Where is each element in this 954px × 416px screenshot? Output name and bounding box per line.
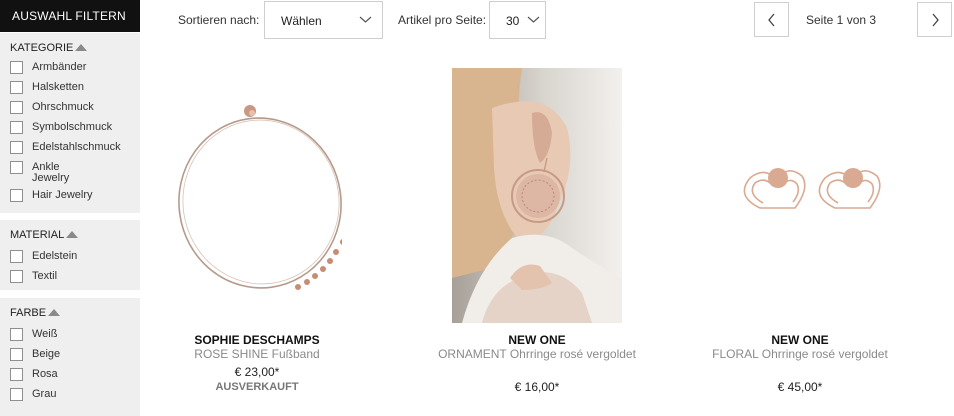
checkbox[interactable] xyxy=(10,101,23,114)
collapse-up-icon[interactable] xyxy=(48,308,61,316)
product-brand[interactable]: SOPHIE DESCHAMPS xyxy=(147,333,367,347)
filter-option-label: Ankle Jewelry xyxy=(32,161,70,184)
filter-option-label: Rosa xyxy=(32,368,58,380)
product-name[interactable]: ROSE SHINE Fußband xyxy=(147,347,367,361)
checkbox[interactable] xyxy=(10,368,23,381)
filter-option-textil[interactable]: Textil xyxy=(10,270,140,290)
filter-option-label: Grau xyxy=(32,388,57,400)
filter-panel-kategorie: KATEGORIE Armbänder Halsketten Ohrschmuc… xyxy=(0,33,140,213)
filter-option-weiss[interactable]: Weiß xyxy=(10,328,140,348)
page-info: Seite 1 von 3 xyxy=(806,13,877,27)
filter-option-label: Edelstein xyxy=(32,250,78,262)
filter-option-halsketten[interactable]: Halsketten xyxy=(10,81,140,101)
filter-option-armbaender[interactable]: Armbänder xyxy=(10,61,140,81)
filter-option-symbolschmuck[interactable]: Symbolschmuck xyxy=(10,121,140,141)
checkbox[interactable] xyxy=(10,270,23,283)
checkbox[interactable] xyxy=(10,348,23,361)
filter-option-label: Textil xyxy=(32,270,58,282)
sort-label: Sortieren nach: xyxy=(178,13,260,27)
checkbox[interactable] xyxy=(10,141,23,154)
product-name[interactable]: FLORAL Ohrringe rosé vergoldet xyxy=(690,347,910,361)
chevron-right-icon xyxy=(932,13,939,27)
per-page-select-value: 30 xyxy=(506,14,520,28)
filter-title-material[interactable]: MATERIAL xyxy=(10,228,140,242)
filter-option-rosa[interactable]: Rosa xyxy=(10,368,140,388)
filter-sidebar: AUSWAHL FILTERN KATEGORIE Armbänder Hals… xyxy=(0,0,140,416)
checkbox[interactable] xyxy=(10,61,23,74)
product-price: € 23,00* xyxy=(234,365,280,379)
filter-panel-material: MATERIAL Edelstein Textil xyxy=(0,220,140,290)
chevron-down-icon xyxy=(527,16,540,23)
checkbox[interactable] xyxy=(10,81,23,94)
checkbox[interactable] xyxy=(10,189,23,202)
filter-option-label: Edelstahlschmuck xyxy=(32,141,121,153)
filter-title-kategorie[interactable]: KATEGORIE xyxy=(10,41,140,55)
filter-title-label: KATEGORIE xyxy=(10,42,74,54)
product-card[interactable]: SOPHIE DESCHAMPS ROSE SHINE Fußband € 23… xyxy=(147,68,367,408)
filter-option-ankle-jewelry[interactable]: Ankle Jewelry xyxy=(10,161,140,189)
chevron-left-icon xyxy=(768,13,775,27)
checkbox[interactable] xyxy=(10,250,23,263)
chevron-down-icon xyxy=(359,16,372,23)
filter-option-label: Armbänder xyxy=(32,61,87,73)
product-status-badge: AUSVERKAUFT xyxy=(215,381,299,393)
filter-option-label: Beige xyxy=(32,348,61,360)
filter-panel-farbe: FARBE Weiß Beige Rosa Grau xyxy=(0,298,140,416)
filter-option-beige[interactable]: Beige xyxy=(10,348,140,368)
filter-option-edelstahlschmuck[interactable]: Edelstahlschmuck xyxy=(10,141,140,161)
filter-option-hair-jewelry[interactable]: Hair Jewelry xyxy=(10,189,140,209)
per-page-label: Artikel pro Seite: xyxy=(398,13,487,27)
sort-select[interactable]: Wählen xyxy=(264,1,383,39)
filter-option-label: Symbolschmuck xyxy=(32,121,113,133)
checkbox[interactable] xyxy=(10,121,23,134)
filter-title-label: FARBE xyxy=(10,307,47,319)
checkbox[interactable] xyxy=(10,388,23,401)
product-price: € 16,00* xyxy=(514,380,560,394)
product-image[interactable] xyxy=(452,68,622,323)
sort-select-value: Wählen xyxy=(281,14,322,28)
previous-page-button[interactable] xyxy=(754,2,789,37)
per-page-select[interactable]: 30 xyxy=(489,1,546,39)
product-name[interactable]: ORNAMENT Ohrringe rosé vergoldet xyxy=(427,347,647,361)
filter-option-label: Hair Jewelry xyxy=(32,189,93,201)
next-page-button[interactable] xyxy=(917,2,952,37)
filter-option-grau[interactable]: Grau xyxy=(10,388,140,408)
filter-title-farbe[interactable]: FARBE xyxy=(10,306,140,320)
product-card[interactable]: NEW ONE ORNAMENT Ohrringe rosé vergoldet… xyxy=(427,68,647,408)
filter-option-label: Halsketten xyxy=(32,81,84,93)
filter-option-edelstein[interactable]: Edelstein xyxy=(10,250,140,270)
filter-option-label: Weiß xyxy=(32,328,58,340)
filter-title-label: MATERIAL xyxy=(10,229,65,241)
collapse-up-icon[interactable] xyxy=(66,230,79,238)
product-image[interactable] xyxy=(172,68,362,323)
checkbox[interactable] xyxy=(10,161,23,174)
product-card[interactable]: NEW ONE FLORAL Ohrringe rosé vergoldet €… xyxy=(690,68,910,408)
collapse-up-icon[interactable] xyxy=(75,43,88,51)
filter-header[interactable]: AUSWAHL FILTERN xyxy=(0,0,140,32)
product-image[interactable] xyxy=(715,68,885,323)
filter-option-label: Ohrschmuck xyxy=(32,101,94,113)
filter-option-ohrschmuck[interactable]: Ohrschmuck xyxy=(10,101,140,121)
product-brand[interactable]: NEW ONE xyxy=(690,333,910,347)
checkbox[interactable] xyxy=(10,328,23,341)
product-brand[interactable]: NEW ONE xyxy=(427,333,647,347)
product-price: € 45,00* xyxy=(777,380,823,394)
